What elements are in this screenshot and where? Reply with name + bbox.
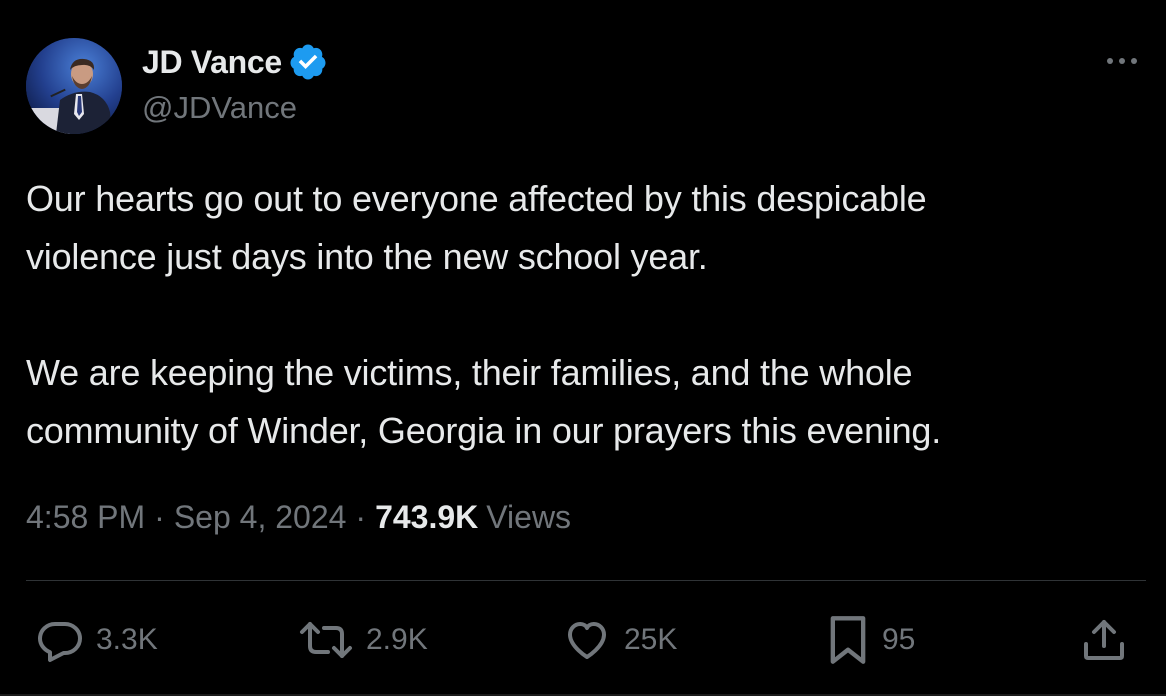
share-upload-icon [1084, 620, 1124, 660]
heart-icon [568, 622, 606, 659]
meta-separator: · [154, 498, 165, 535]
bookmark-count: 95 [882, 623, 916, 656]
more-horizontal-icon[interactable] [1102, 46, 1142, 76]
reply-bubble-icon [38, 622, 82, 662]
tweet-text: Our hearts go out to everyone affected b… [26, 178, 942, 451]
repost-arrows-icon [300, 622, 352, 658]
repost-count: 2.9K [366, 623, 428, 656]
views-count[interactable]: 743.9K [375, 499, 478, 536]
reply-button[interactable]: 3.3K [36, 612, 158, 668]
like-count: 25K [624, 623, 678, 656]
avatar-image [26, 38, 122, 134]
author-name-row: JD Vance [142, 42, 328, 82]
repost-button[interactable]: 2.9K [298, 612, 428, 668]
like-button[interactable]: 25K [562, 612, 677, 668]
tweet-date[interactable]: Sep 4, 2024 [174, 499, 347, 536]
views-label[interactable]: Views [486, 499, 571, 536]
avatar[interactable] [26, 38, 122, 134]
meta-separator: · [355, 498, 367, 535]
divider [26, 580, 1146, 581]
share-button[interactable] [1080, 612, 1128, 668]
bookmark-button[interactable]: 95 [826, 612, 915, 668]
tweet-meta: 4:58 PM · Sep 4, 2024 · 743.9K Views [26, 494, 571, 540]
reply-count: 3.3K [96, 623, 158, 656]
author-display-name[interactable]: JD Vance [142, 44, 282, 81]
author-handle[interactable]: @JDVance [142, 90, 297, 126]
action-bar: 3.3K 2.9K 25K 95 [36, 612, 1136, 668]
verified-badge-icon[interactable] [288, 42, 328, 82]
tweet-card: JD Vance @JDVance Our hearts go out to e… [0, 0, 1166, 696]
bookmark-icon [830, 616, 866, 664]
tweet-time[interactable]: 4:58 PM [26, 499, 145, 536]
